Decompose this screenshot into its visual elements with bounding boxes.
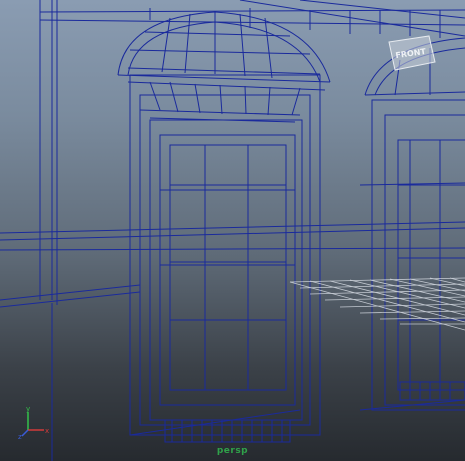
camera-name-label: persp [216, 446, 249, 456]
perspective-viewport[interactable]: FRONT y x z persp [0, 0, 465, 461]
axis-z-label: z [18, 433, 22, 440]
axis-gizmo: y x z [18, 405, 52, 441]
view-cube[interactable]: FRONT [383, 32, 439, 76]
axis-y-label: y [26, 406, 30, 413]
axis-x-label: x [45, 427, 49, 435]
